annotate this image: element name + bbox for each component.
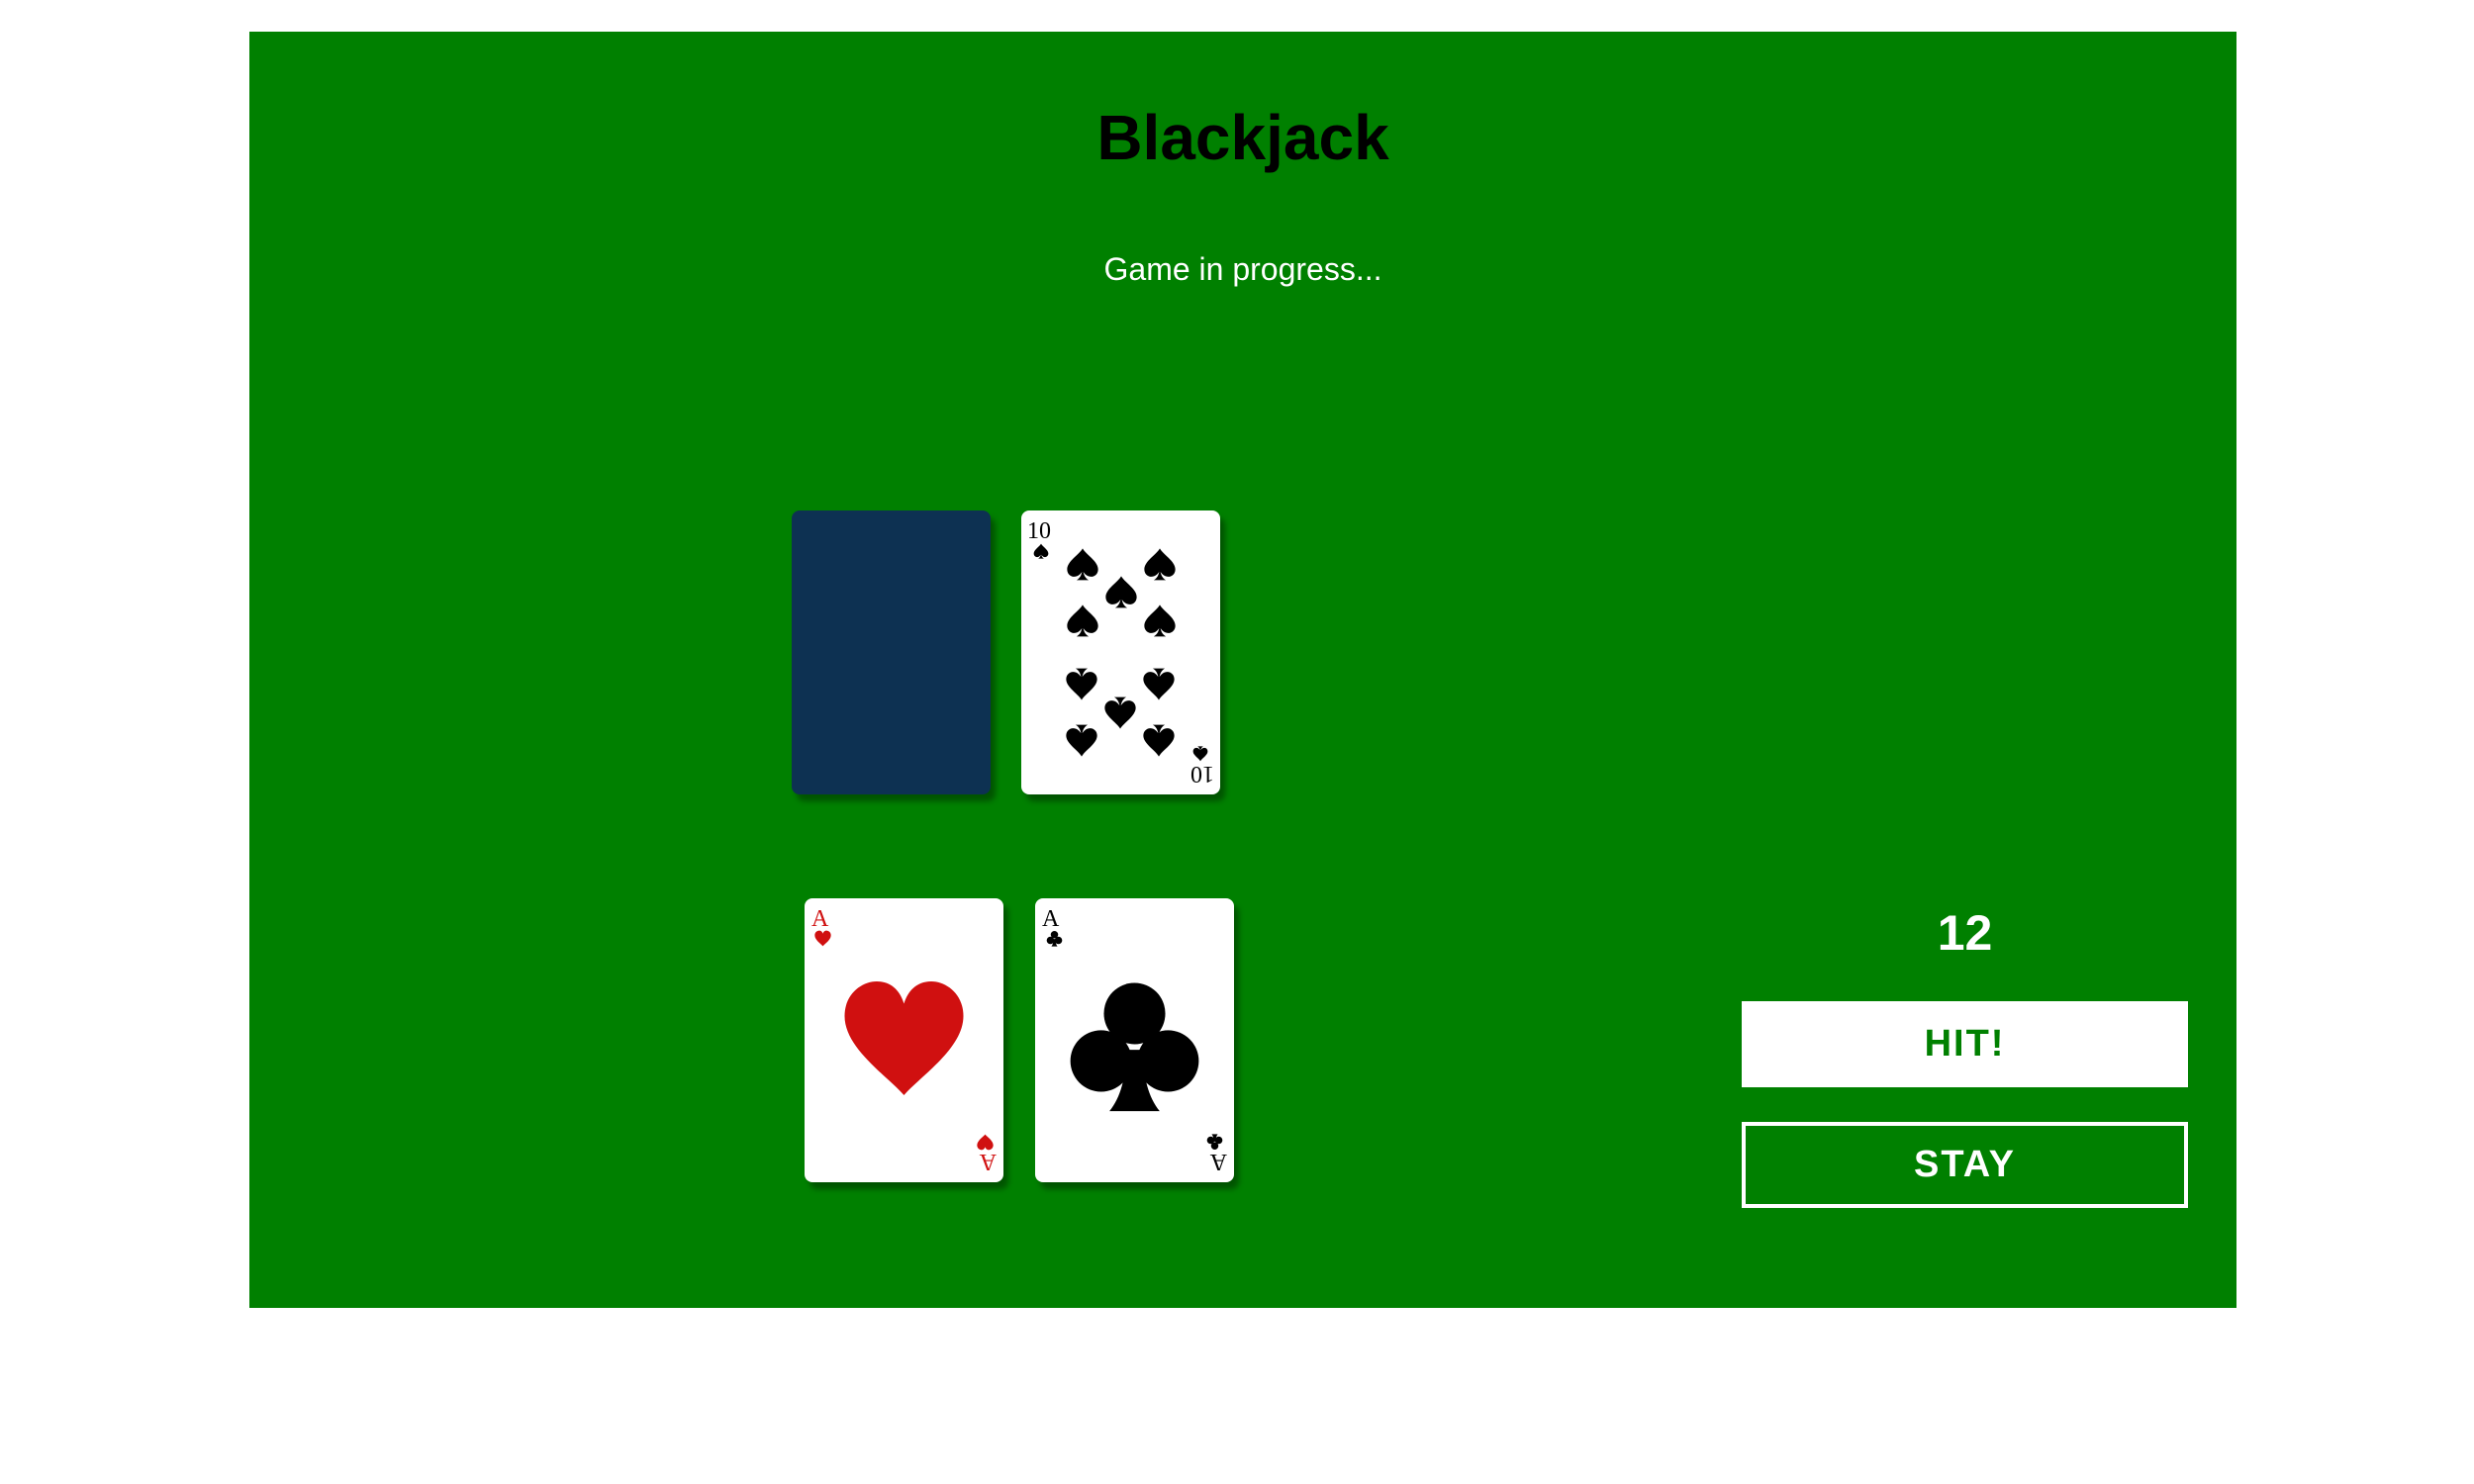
spade-icon (1067, 604, 1098, 637)
spade-icon (1066, 724, 1097, 757)
spade-icon (1104, 696, 1136, 729)
club-icon (1046, 931, 1063, 947)
card-rank-top: 10 (1027, 518, 1051, 544)
club-icon (1206, 1134, 1223, 1150)
game-title: Blackjack (1096, 102, 1389, 173)
spade-icon (1067, 548, 1098, 581)
spade-icon (1143, 724, 1175, 757)
stay-button[interactable]: STAY (1742, 1122, 2188, 1208)
card-rank-bottom: A (979, 1149, 997, 1174)
card-rank-bottom: A (1209, 1149, 1227, 1174)
card-rank-top: A (1042, 906, 1060, 932)
player-total: 12 (1937, 905, 1993, 961)
ten-of-spades-face: 10 10 (1027, 518, 1214, 787)
card-rank-bottom: 10 (1190, 761, 1214, 787)
heart-icon (814, 930, 831, 947)
dealer-card-10-of-spades: 10 10 (1021, 510, 1220, 794)
spade-icon (1033, 543, 1049, 559)
heart-icon (844, 981, 964, 1095)
heart-icon (977, 1134, 994, 1151)
player-card-ace-of-hearts: A A (805, 898, 1003, 1182)
spade-icon (1144, 604, 1176, 637)
spade-icon (1105, 576, 1137, 608)
spade-icon (1192, 746, 1208, 762)
club-icon (1070, 982, 1199, 1112)
spade-icon (1144, 548, 1176, 581)
card-rank-top: A (811, 906, 829, 932)
blackjack-table: Blackjack Game in progress... 10 10 A A … (249, 32, 2236, 1308)
ace-of-hearts-face: A A (811, 906, 997, 1174)
player-card-ace-of-clubs: A A (1035, 898, 1234, 1182)
spade-icon (1066, 668, 1097, 700)
dealer-card-face-down (792, 510, 991, 794)
hit-button[interactable]: HIT! (1742, 1001, 2188, 1087)
game-status: Game in progress... (1103, 251, 1382, 287)
spade-icon (1143, 668, 1175, 700)
ace-of-clubs-face: A A (1042, 906, 1227, 1174)
